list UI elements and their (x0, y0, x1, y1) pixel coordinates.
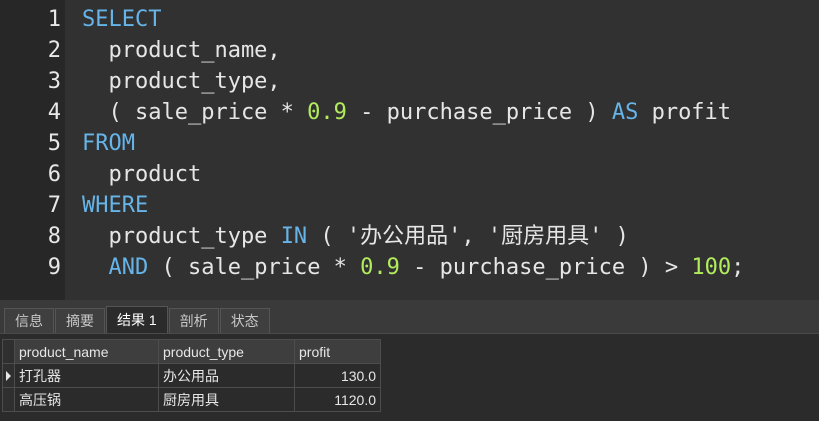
sql-number: 0.9 (360, 255, 400, 280)
cell-product-name[interactable]: 高压锅 (14, 387, 159, 412)
row-header[interactable] (2, 363, 15, 388)
sql-token: product_type (82, 224, 281, 249)
sql-token: ( '办公用品', '厨房用具' ) (307, 224, 629, 249)
sql-token: product_type, (82, 69, 281, 94)
sql-keyword: FROM (82, 131, 135, 156)
sql-keyword: SELECT (82, 7, 162, 32)
code-line[interactable]: ( sale_price * 0.9 - purchase_price ) AS… (82, 97, 819, 128)
code-line[interactable]: FROM (82, 128, 819, 159)
tab-0[interactable]: 信息 (4, 308, 54, 333)
code-line[interactable]: product_type IN ( '办公用品', '厨房用具' ) (82, 221, 819, 252)
code-area[interactable]: SELECT product_name, product_type, ( sal… (65, 0, 819, 300)
sql-keyword: AS (611, 100, 639, 125)
tab-3[interactable]: 剖析 (168, 308, 219, 333)
grid-header-row: product_name product_type profit (2, 339, 381, 364)
sql-token: ( sale_price * (82, 100, 308, 125)
line-number: 7 (47, 193, 61, 218)
code-line[interactable]: product_name, (82, 35, 819, 66)
line-number: 4 (47, 100, 61, 125)
sql-keyword: WHERE (82, 193, 149, 218)
line-number: 6 (47, 162, 61, 187)
result-tabbar: 信息 摘要 结果 1 剖析 状态 (0, 306, 819, 334)
code-line[interactable]: WHERE (82, 190, 819, 221)
cell-product-name[interactable]: 打孔器 (14, 363, 159, 388)
sql-token: - purchase_price ) (346, 100, 612, 125)
sql-editor[interactable]: 1 2 3 4 5 6 7 8 9 SELECT product_name, product_t… (0, 0, 819, 300)
tab-1[interactable]: 摘要 (55, 308, 105, 333)
code-line[interactable]: SELECT (82, 4, 819, 35)
code-line[interactable]: product_type, (82, 66, 819, 97)
tab-2[interactable]: 结果 1 (106, 306, 168, 333)
result-grid: product_name product_type profit 打孔器 办公用品… (2, 339, 381, 412)
result-grid-area: product_name product_type profit 打孔器 办公用品… (0, 334, 819, 421)
column-header-product-name[interactable]: product_name (14, 339, 159, 364)
current-row-arrow-icon (6, 370, 11, 381)
cell-product-type[interactable]: 办公用品 (158, 363, 295, 388)
column-header-product-type[interactable]: product_type (158, 339, 295, 364)
row-header[interactable] (2, 387, 15, 412)
line-number: 2 (47, 38, 61, 63)
code-line[interactable]: AND ( sale_price * 0.9 - purchase_price … (82, 252, 819, 283)
row-header-corner (2, 339, 15, 364)
sql-keyword: AND (108, 255, 149, 280)
sql-keyword: IN (280, 224, 308, 249)
sql-token: product_name, (82, 38, 281, 63)
cell-profit[interactable]: 1120.0 (294, 387, 381, 412)
sql-number: 0.9 (307, 100, 347, 125)
cell-profit[interactable]: 130.0 (294, 363, 381, 388)
cell-product-type[interactable]: 厨房用具 (158, 387, 295, 412)
column-header-profit[interactable]: profit (294, 339, 381, 364)
line-number: 1 (47, 7, 61, 32)
line-number: 5 (47, 131, 61, 156)
code-line[interactable]: product (82, 159, 819, 190)
line-number: 3 (47, 69, 61, 94)
table-row[interactable]: 高压锅 厨房用具 1120.0 (2, 387, 381, 412)
line-number: 9 (47, 255, 61, 280)
sql-token: product (82, 162, 202, 187)
sql-token: ; (731, 255, 745, 280)
tab-4[interactable]: 状态 (219, 308, 270, 333)
sql-token: ( sale_price * (148, 255, 361, 280)
sql-number: 100 (691, 255, 732, 280)
sql-token: - purchase_price ) > (399, 255, 692, 280)
line-number-gutter: 1 2 3 4 5 6 7 8 9 (0, 0, 65, 300)
line-number: 8 (47, 224, 61, 249)
sql-token: profit (638, 100, 732, 125)
table-row[interactable]: 打孔器 办公用品 130.0 (2, 363, 381, 388)
